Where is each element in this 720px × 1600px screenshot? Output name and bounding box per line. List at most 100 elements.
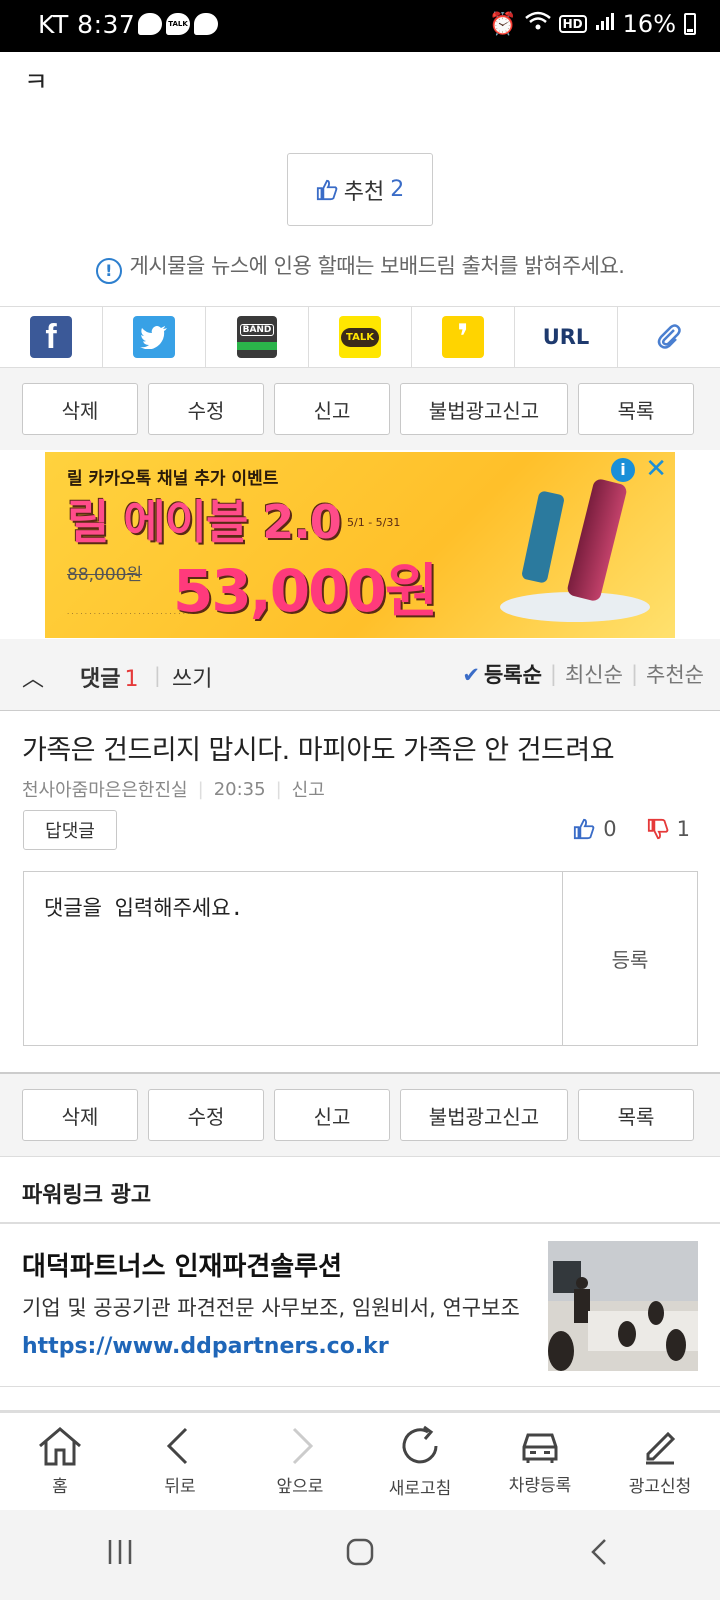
ad-old-price: 88,000원 (67, 565, 143, 585)
powerlink-description: 기업 및 공공기관 파견전문 사무보조, 임원비서, 연구보조 (22, 1296, 520, 1320)
collapse-caret-icon[interactable]: ︿ (22, 661, 44, 693)
comment-input[interactable]: 댓글을 입력해주세요. (24, 872, 563, 1045)
home-icon (39, 1427, 81, 1466)
post-actions-bottom: 삭제 수정 신고 불법광고신고 목록 (0, 1074, 720, 1156)
edit-button[interactable]: 수정 (148, 383, 264, 435)
upvote-button[interactable]: 0 (573, 817, 617, 841)
comment-author[interactable]: 천사아줌마은은한진실 (22, 776, 188, 802)
ad-date: 5/1 - 5/31 (347, 516, 401, 529)
alarm-icon: ⏰ (489, 11, 517, 37)
ad-close-icon[interactable]: ✕ (645, 454, 667, 484)
kakaotalk-icon: TALK (339, 316, 381, 358)
nav-register-car[interactable]: 차량등록 (480, 1413, 600, 1510)
product-device-blue (520, 490, 566, 584)
sort-latest[interactable]: 최신순 (565, 659, 623, 689)
share-kakaotalk[interactable]: TALK (309, 307, 412, 367)
write-comment-link[interactable]: 쓰기 (172, 661, 212, 693)
recommend-label: 추천 (343, 179, 385, 205)
edit-button[interactable]: 수정 (148, 1089, 264, 1141)
info-icon: ! (95, 258, 122, 284)
comment-time: 20:35 (213, 778, 266, 800)
powerlink-title[interactable]: 대덕파트너스 인재파견솔루션 (22, 1246, 342, 1283)
chevron-right-icon (292, 1427, 314, 1465)
kakaostory-icon: ❜ (442, 316, 484, 358)
share-twitter[interactable] (103, 307, 206, 367)
comment-meta: 천사아줌마은은한진실 | 20:35 | 신고 (22, 776, 325, 802)
ad-fine-print: · · · · · · · · · · · · · · · · · · · · … (67, 610, 190, 618)
recommend-count: 2 (390, 177, 405, 202)
share-bar: f BAND TALK ❜ URL (0, 306, 720, 368)
ad-price: 53,000원 (173, 557, 438, 625)
thumbs-up-icon (574, 818, 595, 840)
nav-back[interactable]: 뒤로 (120, 1413, 240, 1510)
car-icon (522, 1433, 558, 1463)
downvote-count: 1 (676, 817, 690, 841)
sort-registered[interactable]: ✔ 등록순 (462, 659, 542, 689)
submit-comment-button[interactable]: 등록 (563, 872, 697, 1045)
chevron-left-icon (166, 1427, 188, 1465)
report-illegal-ad-button[interactable]: 불법광고신고 (400, 1089, 568, 1141)
kakaotalk-notification-icon: TALK (166, 13, 190, 35)
comment-report-link[interactable]: 신고 (292, 776, 325, 802)
ad-title: 릴 에이블 2.0 (67, 495, 342, 549)
chat-notification-icon (194, 13, 218, 35)
citation-notice-text: 게시물을 뉴스에 인용 할때는 보배드림 출처를 밝혀주세요. (129, 254, 625, 278)
nav-forward[interactable]: 앞으로 (240, 1413, 360, 1510)
carrier-time: KT 8:37 (38, 10, 136, 39)
list-button[interactable]: 목록 (578, 1089, 694, 1141)
nav-ad-request[interactable]: 광고신청 (600, 1413, 720, 1510)
share-band[interactable]: BAND (206, 307, 309, 367)
nav-home[interactable]: 홈 (0, 1413, 120, 1510)
post-body-tail: ㅋ (24, 68, 48, 98)
product-device-red (565, 477, 629, 603)
post-actions-top: 삭제 수정 신고 불법광고신고 목록 (0, 368, 720, 450)
system-nav-bar (0, 1510, 720, 1600)
citation-notice: ! 게시물을 뉴스에 인용 할때는 보배드림 출처를 밝혀주세요. (0, 250, 720, 284)
share-kakaostory[interactable]: ❜ (412, 307, 515, 367)
report-button[interactable]: 신고 (274, 383, 390, 435)
reply-button[interactable]: 답댓글 (23, 810, 117, 850)
battery-percent: 16% (622, 10, 676, 38)
comment-form: 댓글을 입력해주세요. 등록 (23, 871, 698, 1046)
banner-ad[interactable]: 릴 카카오톡 채널 추가 이벤트 릴 에이블 2.0 5/1 - 5/31 88… (45, 452, 675, 638)
thumbs-down-icon (647, 818, 669, 840)
back-button-icon[interactable] (585, 1535, 615, 1576)
status-bar: KT 8:37 TALK ⏰ HD 16% (0, 0, 720, 52)
chat-notification-icon (138, 13, 162, 35)
sort-recommended[interactable]: 추천순 (646, 659, 704, 689)
powerlink-header-text: 파워링크 광고 (22, 1183, 152, 1208)
report-button[interactable]: 신고 (274, 1089, 390, 1141)
powerlink-thumbnail[interactable] (548, 1241, 698, 1371)
comment-sort: ✔ 등록순 | 최신순 | 추천순 (462, 659, 704, 689)
recommend-button[interactable]: 추천 2 (287, 153, 433, 226)
comment-count: 1 (124, 667, 139, 692)
list-button[interactable]: 목록 (578, 383, 694, 435)
paperclip-icon (657, 324, 681, 349)
copy-url-button[interactable]: URL (515, 307, 618, 367)
report-illegal-ad-button[interactable]: 불법광고신고 (400, 383, 568, 435)
recent-apps-icon[interactable] (105, 1535, 135, 1576)
battery-icon (684, 13, 696, 35)
signal-icon (595, 11, 615, 37)
notification-icons: TALK (138, 13, 218, 35)
powerlink-url[interactable]: https://www.ddpartners.co.kr (22, 1334, 389, 1359)
share-facebook[interactable]: f (0, 307, 103, 367)
bottom-nav: 홈 뒤로 앞으로 새로고침 차량등록 광고신청 (0, 1410, 720, 1510)
hd-voice-icon: HD (558, 15, 587, 33)
downvote-button[interactable]: 1 (647, 817, 690, 841)
comment-header: ︿ 댓글 1 | 쓰기 ✔ 등록순 | 최신순 | 추천순 (0, 639, 720, 711)
delete-button[interactable]: 삭제 (22, 383, 138, 435)
delete-button[interactable]: 삭제 (22, 1089, 138, 1141)
band-icon: BAND (237, 316, 277, 358)
home-button-icon[interactable] (345, 1535, 375, 1576)
attachment-button[interactable] (618, 307, 720, 367)
facebook-icon: f (30, 316, 72, 358)
ad-info-icon[interactable]: i (611, 458, 635, 482)
check-icon: ✔ (462, 663, 480, 687)
pencil-icon (646, 1431, 676, 1465)
thumbs-up-icon (316, 179, 338, 200)
nav-refresh[interactable]: 새로고침 (360, 1413, 480, 1510)
refresh-icon (402, 1425, 438, 1464)
upvote-count: 0 (603, 817, 617, 841)
comment-votes: 0 1 (573, 817, 690, 841)
